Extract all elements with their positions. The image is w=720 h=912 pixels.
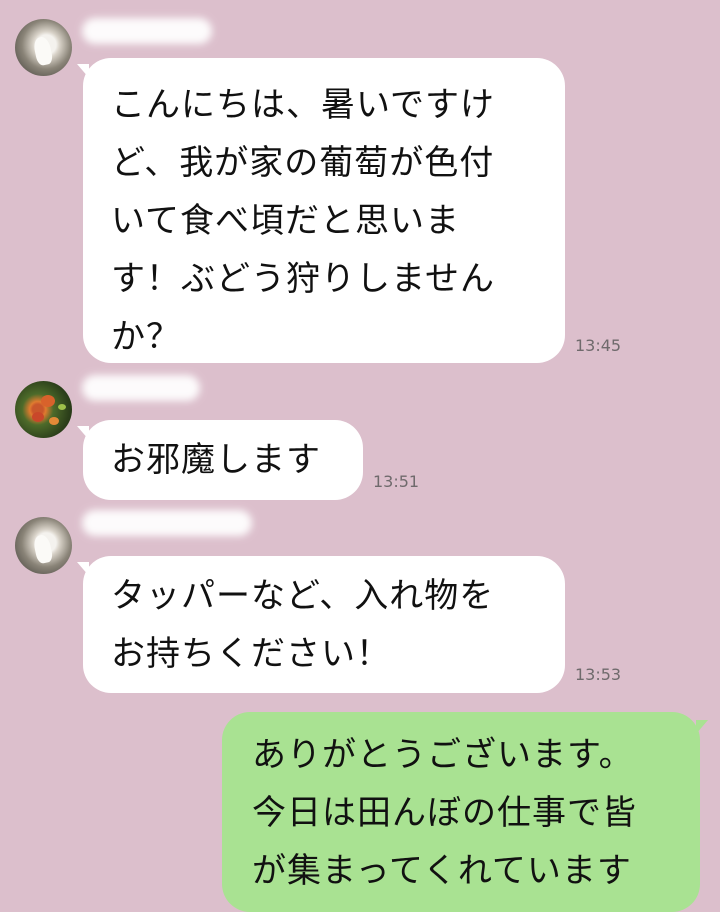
sender-avatar[interactable] [15,381,72,438]
message-bubble-outgoing[interactable]: ありがとうございます。 今日は田んぼの仕事で皆 が集まってくれています [222,712,708,912]
chat-thread[interactable]: こんにちは、暑いですけ ど、我が家の葡萄が色付 いて食べ頃だと思いま す！ぶどう… [0,0,720,912]
message-bubble[interactable]: タッパーなど、入れ物を お持ちください！ [77,556,565,693]
message-bubble[interactable]: お邪魔します [77,420,363,500]
sender-name-redacted [82,375,200,401]
message-timestamp: 13:45 [575,336,622,355]
sender-avatar[interactable] [15,517,72,574]
sender-avatar[interactable] [15,19,72,76]
message-timestamp: 13:53 [575,665,622,684]
message-timestamp: 13:51 [373,472,420,491]
sender-name-redacted [82,510,252,536]
message-bubble[interactable]: こんにちは、暑いですけ ど、我が家の葡萄が色付 いて食べ頃だと思いま す！ぶどう… [77,58,565,363]
sender-name-redacted [82,18,212,44]
